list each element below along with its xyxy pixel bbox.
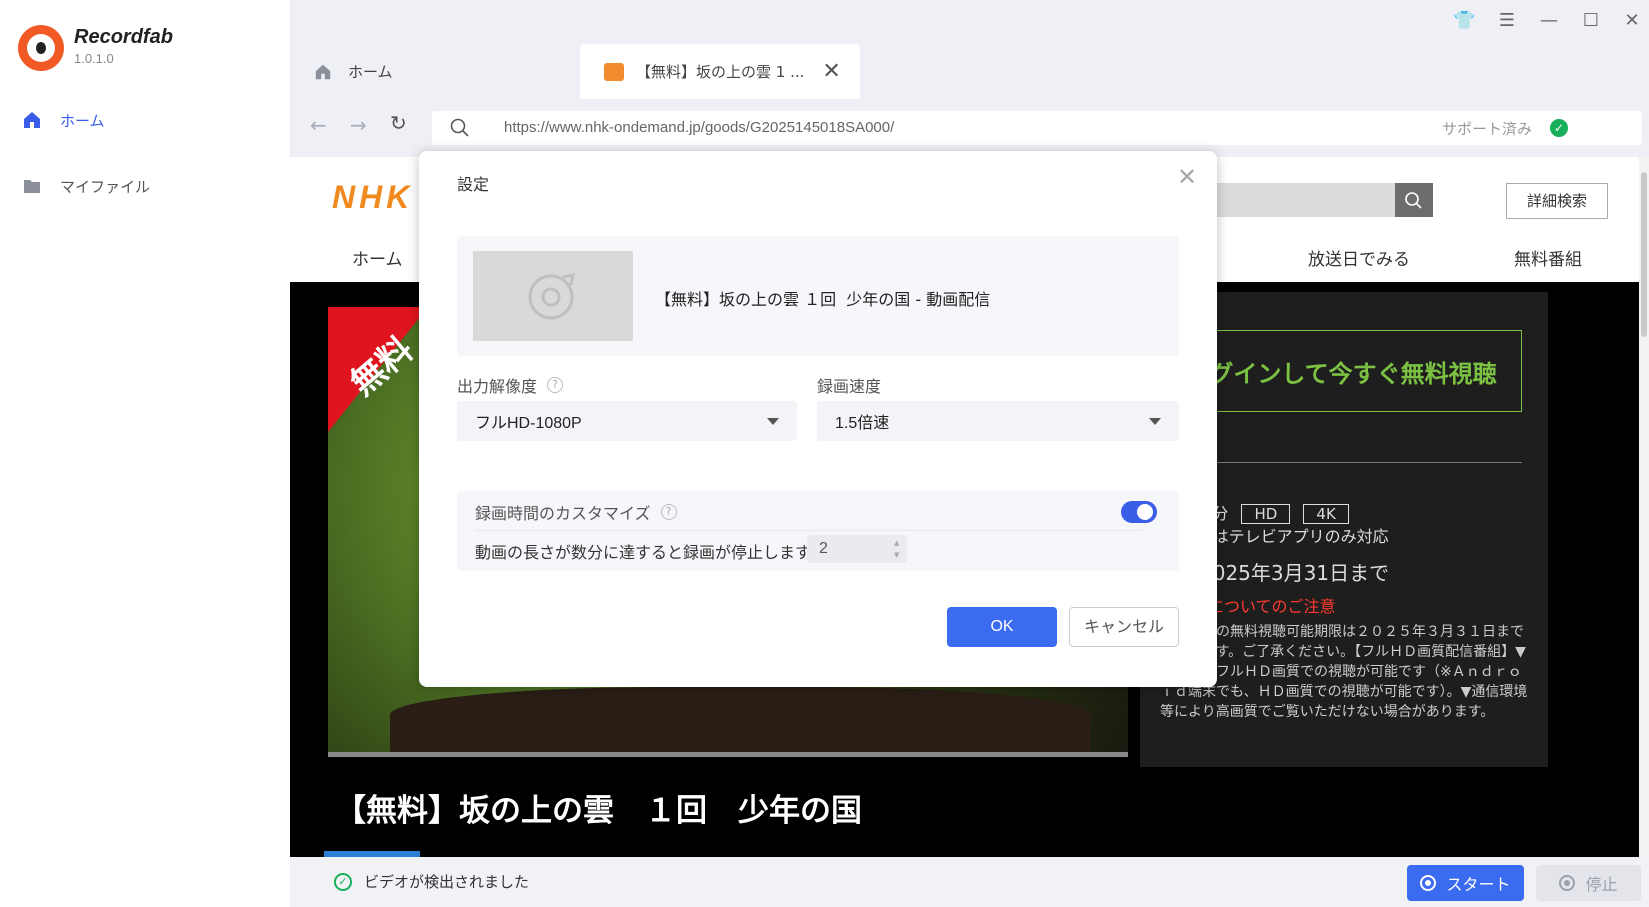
video-card: 【無料】坂の上の雲 １回 少年の国 - 動画配信 [457, 236, 1179, 356]
stepper-arrows-icon[interactable]: ▲ ▼ [894, 537, 899, 561]
record-icon [1420, 875, 1437, 891]
home-icon [315, 64, 331, 79]
back-icon[interactable]: ← [310, 113, 327, 137]
scroll-thumb[interactable] [1641, 172, 1647, 337]
4k-badge: 4K [1303, 504, 1349, 524]
search-icon [1405, 192, 1422, 209]
tab-label: ホーム [348, 63, 393, 81]
close-window-icon[interactable]: ✕ [1621, 10, 1643, 32]
site-nav-free[interactable]: 無料番組 [1514, 245, 1582, 270]
hd-badge: HD [1241, 504, 1291, 524]
video-frame-detail [390, 687, 1090, 757]
speed-value: 1.5倍速 [835, 415, 890, 432]
app-version: 1.0.1.0 [74, 51, 114, 66]
tab-video-page[interactable]: 【無料】坂の上の雲 1 ... ✕ [580, 44, 860, 99]
close-icon[interactable]: ✕ [1177, 165, 1197, 189]
site-search-button[interactable] [1395, 183, 1433, 217]
start-button[interactable]: スタート [1407, 865, 1524, 901]
detection-status: ✓ ビデオが検出されました [334, 871, 529, 892]
support-status: サポート済み [1442, 120, 1533, 138]
folder-icon [24, 180, 40, 193]
help-icon[interactable]: ? [547, 377, 564, 393]
sidebar: Recordfab 1.0.1.0 ホーム マイファイル [0, 0, 290, 907]
stop-button[interactable]: 停止 [1536, 865, 1641, 901]
sidebar-item-myfiles[interactable]: マイファイル [22, 174, 150, 198]
custom-duration-toggle[interactable] [1121, 501, 1157, 523]
resolution-label: 出力解像度 [457, 377, 538, 396]
ok-button[interactable]: OK [947, 607, 1057, 647]
video-title: 【無料】坂の上の雲 １回 少年の国 - 動画配信 [655, 290, 991, 309]
custom-duration-box: 録画時間のカスタマイズ ? 動画の長さが数分に達すると録画が停止します 2 ▲ ▼ [457, 491, 1179, 571]
resolution-value: フルHD-1080P [475, 415, 582, 432]
video-placeholder-icon [528, 273, 575, 320]
stop-label: 停止 [1585, 875, 1618, 894]
resolution-select[interactable]: フルHD-1080P [457, 401, 797, 441]
url-text: https://www.nhk-ondemand.jp/goods/G20251… [504, 119, 895, 136]
program-title: 【無料】坂の上の雲 １回 少年の国 [335, 793, 862, 829]
video-progress[interactable] [328, 752, 1128, 757]
site-nav-by-date[interactable]: 放送日でみる [1308, 245, 1410, 270]
advanced-search-button[interactable]: 詳細検索 [1506, 183, 1608, 219]
video-thumbnail [473, 251, 633, 341]
tab-bar: ホーム 【無料】坂の上の雲 1 ... ✕ 👕 ☰ — ☐ ✕ [290, 0, 1649, 99]
address-bar: ← → ↻ https://www.nhk-ondemand.jp/goods/… [290, 99, 1649, 157]
sidebar-item-home[interactable]: ホーム [22, 108, 105, 132]
minimize-icon[interactable]: — [1538, 10, 1560, 32]
menu-icon[interactable]: ☰ [1496, 10, 1518, 32]
status-bar: ✓ ビデオが検出されました スタート 停止 [290, 857, 1649, 907]
speed-label-row: 録画速度 [817, 373, 881, 397]
cancel-button[interactable]: キャンセル [1069, 607, 1179, 647]
chevron-down-icon [1149, 417, 1161, 425]
tab-label: 【無料】坂の上の雲 1 ... [636, 63, 805, 81]
start-label: スタート [1446, 875, 1511, 894]
divider [475, 530, 1143, 531]
detection-text: ビデオが検出されました [364, 873, 530, 891]
close-tab-icon[interactable]: ✕ [822, 59, 840, 84]
reload-icon[interactable]: ↻ [390, 111, 407, 135]
search-icon [450, 118, 469, 137]
check-icon: ✓ [1550, 119, 1568, 137]
help-icon[interactable]: ? [660, 504, 677, 520]
speed-label: 録画速度 [817, 377, 882, 396]
custom-duration-label: 録画時間のカスタマイズ [475, 504, 651, 523]
app-logo-icon [18, 25, 64, 71]
sidebar-item-label: マイファイル [60, 177, 151, 196]
skin-icon[interactable]: 👕 [1453, 10, 1475, 32]
video-page-icon [604, 62, 624, 81]
forward-icon[interactable]: → [350, 113, 367, 137]
stop-minutes-input[interactable]: 2 [807, 535, 907, 563]
check-circle-icon: ✓ [334, 872, 352, 891]
nhk-logo: NHK [332, 179, 414, 215]
maximize-icon[interactable]: ☐ [1580, 10, 1602, 32]
stop-icon [1559, 875, 1576, 891]
home-icon [24, 112, 40, 128]
app-name: Recordfab [74, 26, 173, 48]
stop-after-label: 動画の長さが数分に達すると録画が停止します [475, 543, 812, 562]
site-nav-home[interactable]: ホーム [352, 245, 403, 270]
sidebar-item-label: ホーム [60, 111, 105, 130]
custom-label-row: 録画時間のカスタマイズ ? [475, 500, 677, 524]
resolution-label-row: 出力解像度 ? [457, 373, 564, 397]
speed-select[interactable]: 1.5倍速 [817, 401, 1179, 441]
chevron-down-icon [767, 417, 779, 425]
url-field[interactable]: https://www.nhk-ondemand.jp/goods/G20251… [432, 111, 1642, 145]
tab-home[interactable]: ホーム [314, 44, 554, 99]
toggle-knob [1137, 504, 1153, 520]
dialog-title: 設定 [457, 175, 490, 194]
settings-dialog: 設定 ✕ 【無料】坂の上の雲 １回 少年の国 - 動画配信 出力解像度 ? フル… [419, 151, 1217, 687]
